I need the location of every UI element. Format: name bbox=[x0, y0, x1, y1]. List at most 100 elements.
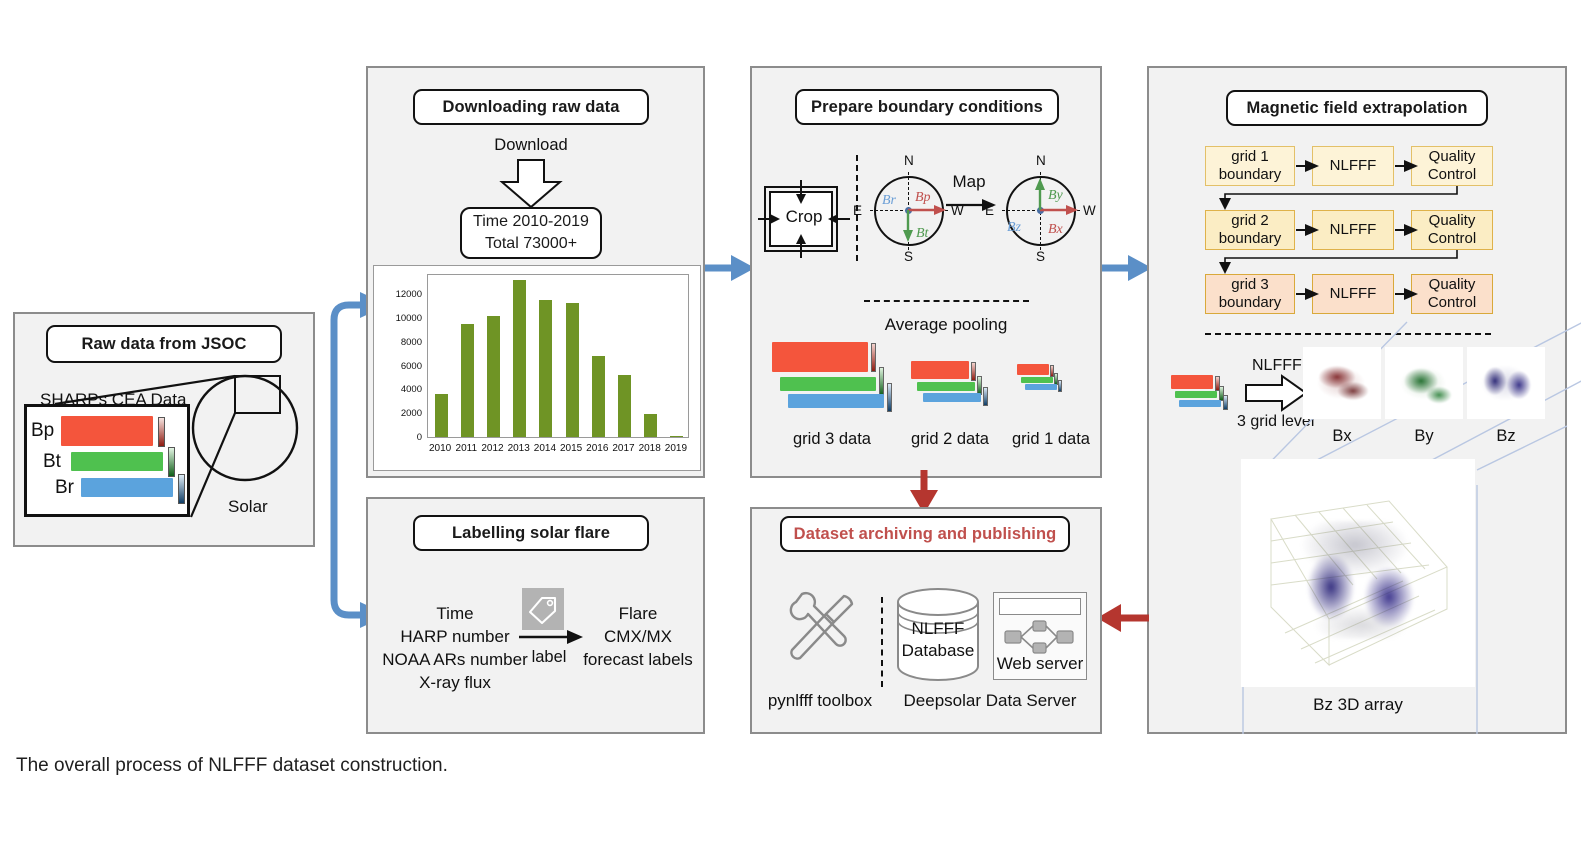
chart-y-tick: 12000 bbox=[395, 289, 422, 301]
compass-right-west: W bbox=[1083, 203, 1096, 218]
labelling-input-time: Time bbox=[436, 604, 474, 623]
bz-3d-array-card bbox=[1241, 459, 1475, 687]
archiving-title: Dataset archiving and publishing bbox=[780, 516, 1070, 552]
sharps-thumbnail: Bp Bt Br bbox=[24, 404, 190, 517]
grid2-data-label: grid 2 data bbox=[911, 429, 989, 448]
solar-label: Solar bbox=[228, 497, 268, 516]
colorbar-br bbox=[178, 474, 185, 504]
chart-y-tick: 8000 bbox=[400, 336, 422, 348]
grid2-thumbnail bbox=[909, 360, 989, 408]
grid1-colorbar-br bbox=[1058, 380, 1062, 392]
volume-bz-render bbox=[1475, 355, 1537, 407]
chart-bar bbox=[434, 393, 448, 437]
download-summary-box: Time 2010-2019 Total 73000+ bbox=[460, 207, 602, 259]
chart-plot-area bbox=[427, 274, 689, 438]
grid1-data-label: grid 1 data bbox=[1012, 429, 1090, 448]
grid3-data-label: grid 3 data bbox=[793, 429, 871, 448]
extrapolation-title: Magnetic field extrapolation bbox=[1226, 90, 1488, 126]
labelling-input-harp: HARP number bbox=[400, 627, 510, 646]
grid1-band-br bbox=[1025, 384, 1057, 390]
grid3-colorbar-bp bbox=[871, 343, 876, 372]
red-arrow-extrapolation-to-archiving bbox=[1097, 604, 1149, 632]
tag-icon bbox=[522, 588, 564, 630]
band-label-bp: Bp bbox=[31, 420, 55, 441]
figure-caption: The overall process of NLFFF dataset con… bbox=[16, 755, 448, 776]
network-icon bbox=[1004, 620, 1074, 654]
label-arrow bbox=[519, 630, 583, 644]
labelling-title: Labelling solar flare bbox=[413, 515, 649, 551]
label-arrow-label: label bbox=[531, 647, 567, 666]
grid3-band-bp bbox=[772, 342, 868, 372]
chart-bar bbox=[539, 299, 553, 437]
compass-left-br-label: Br bbox=[882, 193, 896, 208]
compass-right-east: E bbox=[985, 203, 995, 218]
extrapolation-flow-connectors bbox=[1219, 160, 1458, 300]
panel-boundary bbox=[750, 66, 1102, 478]
boundary-horizontal-divider bbox=[864, 300, 1029, 302]
grid1-band-bt bbox=[1021, 377, 1053, 383]
average-pooling-label: Average pooling bbox=[884, 315, 1008, 334]
magnifier-circle bbox=[191, 374, 299, 482]
chart-bar bbox=[618, 375, 631, 437]
volume-by-render bbox=[1395, 355, 1453, 407]
chart-bar bbox=[487, 315, 500, 437]
labelling-inputs: Time HARP number NOAA ARs number X-ray f… bbox=[381, 602, 529, 694]
compass-right-vectors bbox=[1035, 178, 1078, 215]
magnifier-rect bbox=[234, 375, 281, 414]
chart-y-tick: 0 bbox=[416, 432, 422, 443]
labelling-output-flare: Flare bbox=[618, 604, 658, 623]
grid3-thumbnail bbox=[768, 341, 894, 412]
tools-icon bbox=[789, 591, 854, 660]
download-summary-line2: Total 73000+ bbox=[484, 235, 578, 252]
bz-3d-volume-render bbox=[1285, 521, 1435, 639]
yearly-counts-chart: 0 2000 4000 6000 8000 10000 12000 2010 2011 2012… bbox=[373, 265, 701, 471]
compass-right-north: N bbox=[1036, 153, 1046, 168]
chart-y-tick: 2000 bbox=[400, 408, 422, 420]
labelling-output-cmx: CMX/MX bbox=[604, 627, 672, 646]
map-label: Map bbox=[952, 172, 986, 191]
chart-bar bbox=[591, 355, 605, 437]
band-bp bbox=[61, 416, 153, 446]
labelling-output-forecast: forecast labels bbox=[583, 650, 693, 669]
compass-left-vectors bbox=[903, 205, 946, 242]
compass-right-bx-label: Bx bbox=[1048, 222, 1063, 237]
compass-right-south: S bbox=[1036, 249, 1046, 264]
web-server-label: Web server bbox=[996, 654, 1084, 673]
grid2-colorbar-bp bbox=[971, 362, 976, 381]
grid2-band-br bbox=[923, 393, 981, 402]
compass-left-east: E bbox=[853, 203, 863, 218]
band-br bbox=[81, 478, 173, 497]
database-label-line2: Database bbox=[901, 641, 975, 660]
archiving-title-label: Dataset archiving and publishing bbox=[793, 524, 1057, 543]
grid3-colorbar-bt bbox=[879, 367, 884, 396]
labelling-input-noaa: NOAA ARs number bbox=[382, 650, 528, 669]
chart-bar bbox=[513, 279, 527, 437]
boundary-title-label: Prepare boundary conditions bbox=[811, 97, 1043, 116]
chart-y-tick: 10000 bbox=[395, 313, 422, 325]
compass-right-bz-label: Bz bbox=[1007, 220, 1021, 235]
grid3-band-br bbox=[788, 394, 884, 408]
chart-bar bbox=[565, 303, 579, 437]
extrapolation-title-label: Magnetic field extrapolation bbox=[1246, 98, 1468, 117]
grid3-colorbar-br bbox=[887, 383, 892, 412]
chart-y-tick: 6000 bbox=[400, 360, 422, 372]
band-label-bt: Bt bbox=[43, 451, 61, 472]
volume-bz bbox=[1467, 347, 1545, 419]
grid2-band-bt bbox=[917, 382, 975, 391]
labelling-title-label: Labelling solar flare bbox=[452, 523, 610, 542]
download-summary-line1: Time 2010-2019 bbox=[473, 213, 589, 230]
compass-left-bt-label: Bt bbox=[916, 226, 929, 241]
download-block-arrow bbox=[499, 159, 563, 209]
labelling-input-xray: X-ray flux bbox=[419, 673, 491, 692]
volume-bx-render bbox=[1311, 355, 1373, 407]
chart-bar bbox=[644, 413, 658, 437]
chart-bar bbox=[460, 323, 474, 437]
volume-bz-label: Bz bbox=[1496, 426, 1516, 445]
grid2-band-bp bbox=[911, 361, 969, 379]
database-label-line1: NLFFF bbox=[911, 619, 965, 638]
toolbox-label: pynlfff toolbox bbox=[767, 691, 873, 710]
volume-by-label: By bbox=[1414, 426, 1434, 445]
web-server-addressbar bbox=[999, 598, 1081, 615]
compass-left-north: N bbox=[904, 153, 914, 168]
download-arrow-label: Download bbox=[494, 135, 568, 154]
